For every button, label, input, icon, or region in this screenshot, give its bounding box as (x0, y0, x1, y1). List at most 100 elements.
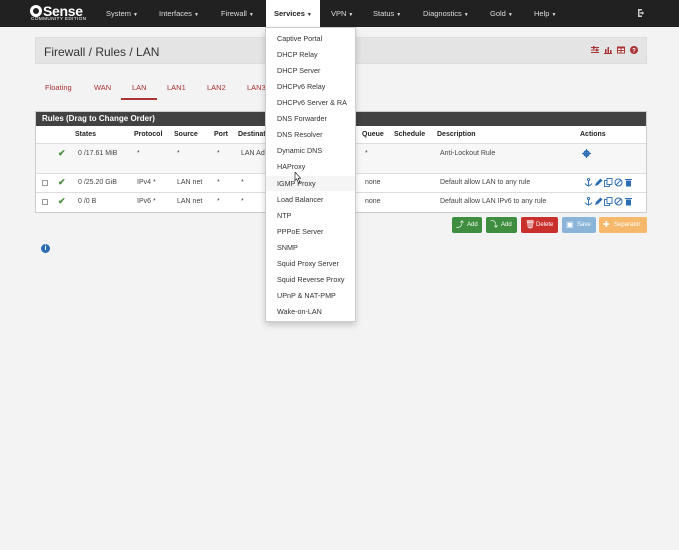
logo-subtext: COMMUNITY EDITION (31, 17, 87, 22)
header-port[interactable]: Port (214, 131, 228, 138)
tab-lan[interactable]: LAN (132, 83, 147, 92)
menu-item-dhcp-relay[interactable]: DHCP Relay (277, 50, 318, 59)
menu-item-squid-reverse-proxy[interactable]: Squid Reverse Proxy (277, 275, 345, 284)
disable-icon[interactable] (614, 178, 623, 187)
sliders-icon[interactable] (591, 46, 599, 54)
trash-icon[interactable] (624, 197, 633, 206)
help-icon[interactable]: ? (630, 46, 638, 54)
rule-port: * (217, 198, 220, 205)
rule-states[interactable]: 0 /0 B (78, 198, 96, 205)
menu-item-dynamic-dns[interactable]: Dynamic DNS (277, 146, 322, 155)
trash-icon: 🗑 (525, 220, 536, 229)
nav-interfaces[interactable]: Interfaces ▼ (159, 0, 199, 27)
caret-down-icon: ▼ (306, 12, 312, 18)
menu-item-snmp[interactable]: SNMP (277, 243, 298, 252)
rule-source: LAN net (177, 198, 203, 205)
nav-system[interactable]: System ▼ (106, 0, 138, 27)
nav-diagnostics[interactable]: Diagnostics ▼ (423, 0, 469, 27)
bar-chart-icon[interactable] (604, 46, 612, 54)
plus-icon: ✚ (603, 220, 610, 229)
rule-states[interactable]: 0 /17.61 MiB (78, 150, 117, 157)
anchor-icon[interactable] (584, 197, 593, 206)
top-navbar: Sense COMMUNITY EDITION System ▼ Interfac… (0, 0, 679, 27)
edit-pencil-icon[interactable] (594, 178, 603, 187)
menu-item-captive-portal[interactable]: Captive Portal (277, 34, 322, 43)
rule-description: Default allow LAN IPv6 to any rule (440, 198, 547, 205)
header-queue[interactable]: Queue (362, 131, 384, 138)
arrow-down-icon: ⤵ (490, 220, 498, 229)
rule-destination: LAN Ad (241, 150, 265, 157)
menu-item-upnp-nat-pmp[interactable]: UPnP & NAT-PMP (277, 291, 336, 300)
rule-protocol: IPv6 * (137, 198, 156, 205)
rule-states[interactable]: 0 /25.20 GiB (78, 179, 117, 186)
caret-down-icon: ▼ (551, 12, 557, 18)
menu-item-dns-resolver[interactable]: DNS Resolver (277, 130, 323, 139)
nav-vpn[interactable]: VPN ▼ (331, 0, 353, 27)
tab-floating[interactable]: Floating (45, 83, 72, 92)
row-select-checkbox[interactable] (42, 199, 48, 205)
active-tab-indicator (121, 98, 157, 100)
rule-queue: none (365, 179, 381, 186)
menu-item-haproxy[interactable]: HAProxy (277, 162, 305, 171)
rule-source: LAN net (177, 179, 203, 186)
trash-icon[interactable] (624, 178, 633, 187)
gear-icon[interactable] (582, 149, 591, 158)
edit-pencil-icon[interactable] (594, 197, 603, 206)
add-top-button[interactable]: ⤴ Add (452, 217, 482, 233)
check-icon: ✔ (58, 177, 66, 187)
caret-down-icon: ▼ (348, 12, 354, 18)
nav-gold[interactable]: Gold ▼ (490, 0, 513, 27)
header-schedule[interactable]: Schedule (394, 131, 425, 138)
add-bottom-button[interactable]: ⤵ Add (486, 217, 517, 233)
rule-protocol: * (137, 150, 140, 157)
menu-item-load-balancer[interactable]: Load Balancer (277, 195, 323, 204)
header-destination[interactable]: Destinat (238, 131, 266, 138)
tab-lan1[interactable]: LAN1 (167, 83, 186, 92)
menu-item-dhcpv6-server-ra[interactable]: DHCPv6 Server & RA (277, 98, 347, 107)
copy-icon[interactable] (604, 178, 613, 187)
save-button[interactable]: ▣ Save (562, 217, 596, 233)
rule-port: * (217, 150, 220, 157)
row-select-checkbox[interactable] (42, 180, 48, 186)
header-source[interactable]: Source (174, 131, 198, 138)
menu-item-squid-proxy-server[interactable]: Squid Proxy Server (277, 259, 339, 268)
menu-item-dns-forwarder[interactable]: DNS Forwarder (277, 114, 327, 123)
nav-help[interactable]: Help ▼ (534, 0, 556, 27)
info-icon[interactable]: i (41, 244, 50, 253)
anchor-icon[interactable] (584, 178, 593, 187)
check-icon: ✔ (58, 196, 66, 206)
nav-services[interactable]: Services ▼ (266, 0, 320, 27)
header-states[interactable]: States (75, 131, 96, 138)
rule-destination: * (241, 198, 244, 205)
tab-lan3[interactable]: LAN3 (247, 83, 266, 92)
services-dropdown-menu: Captive Portal DHCP Relay DHCP Server DH… (265, 27, 356, 322)
menu-item-pppoe-server[interactable]: PPPoE Server (277, 227, 323, 236)
separator-button[interactable]: ✚ Separator (599, 217, 647, 233)
logout-icon[interactable] (637, 8, 647, 18)
menu-item-dhcpv6-relay[interactable]: DHCPv6 Relay (277, 82, 325, 91)
menu-item-ntp[interactable]: NTP (277, 211, 291, 220)
caret-down-icon: ▼ (507, 12, 513, 18)
caret-down-icon: ▼ (463, 12, 469, 18)
table-icon[interactable] (617, 46, 625, 54)
tab-lan2[interactable]: LAN2 (207, 83, 226, 92)
menu-item-wake-on-lan[interactable]: Wake-on-LAN (277, 307, 322, 316)
delete-button[interactable]: 🗑 Delete (521, 217, 558, 233)
disable-icon[interactable] (614, 197, 623, 206)
logo-mark-icon (30, 5, 42, 17)
copy-icon[interactable] (604, 197, 613, 206)
menu-item-dhcp-server[interactable]: DHCP Server (277, 66, 320, 75)
pfsense-logo[interactable]: Sense COMMUNITY EDITION (30, 3, 90, 25)
header-description[interactable]: Description (437, 131, 476, 138)
header-protocol[interactable]: Protocol (134, 131, 162, 138)
rule-queue: * (365, 150, 368, 157)
tab-wan[interactable]: WAN (94, 83, 111, 92)
page-title: Firewall / Rules / LAN (44, 45, 160, 59)
rule-description: Default allow LAN to any rule (440, 179, 531, 186)
nav-status[interactable]: Status ▼ (373, 0, 401, 27)
mouse-cursor-icon (294, 172, 301, 184)
nav-firewall[interactable]: Firewall ▼ (221, 0, 254, 27)
caret-down-icon: ▼ (133, 12, 138, 18)
rule-port: * (217, 179, 220, 186)
caret-down-icon: ▼ (193, 12, 199, 18)
